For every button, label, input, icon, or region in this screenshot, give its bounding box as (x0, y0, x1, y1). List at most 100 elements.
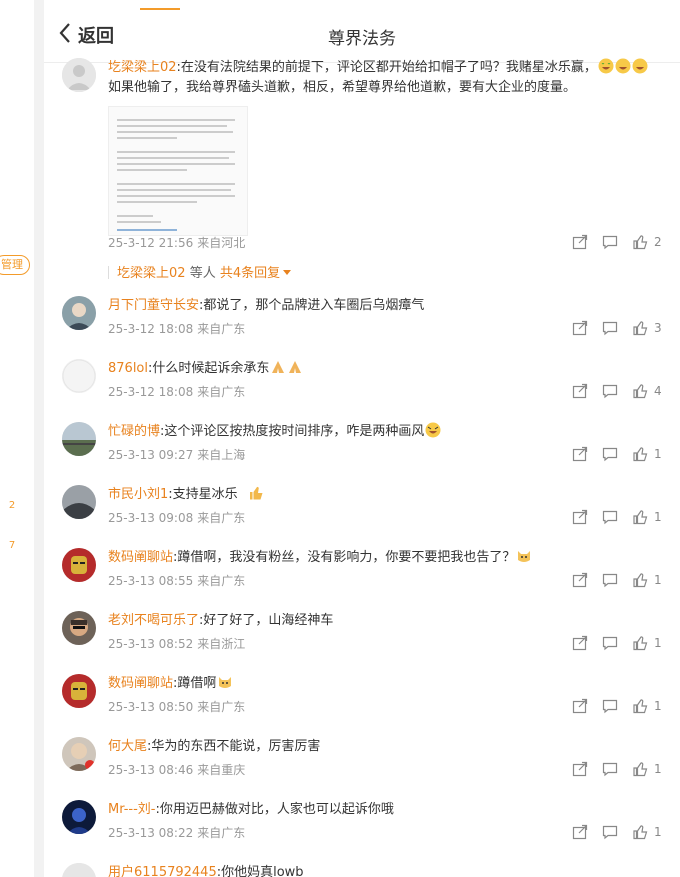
page-header: 返回 尊界法务 (44, 0, 680, 63)
comment-username[interactable]: 月下门童守长安 (108, 298, 199, 313)
share-icon[interactable] (572, 509, 588, 525)
comment-icon[interactable] (602, 572, 618, 588)
comment-item: 876lol:什么时候起诉余承东 25-3-12 18:08 来自广东 4 (62, 359, 674, 409)
share-icon[interactable] (572, 383, 588, 399)
thumbs-up-icon[interactable] (632, 698, 648, 714)
like-count: 1 (654, 510, 662, 524)
laugh-emoji-icon (632, 58, 648, 74)
thumbs-up-icon[interactable] (632, 824, 648, 840)
comment-meta: 25-3-13 09:27 来自上海 (108, 446, 245, 463)
comment-time: 25-3-13 09:27 (108, 448, 194, 462)
avatar[interactable] (62, 359, 96, 393)
share-icon[interactable] (572, 761, 588, 777)
comment-icon[interactable] (602, 761, 618, 777)
like-count: 3 (654, 321, 662, 335)
comment-meta: 25-3-13 09:08 来自广东 (108, 509, 245, 526)
share-icon[interactable] (572, 446, 588, 462)
comment-panel: 返回 尊界法务 圪梁梁上02:在没有法院结果的前提下，评论区都开始给扣帽子了吗？… (44, 0, 680, 877)
comment-actions: 1 (572, 761, 672, 777)
comment-body: :这个评论区按热度按时间排序，咋是两种画风 (160, 424, 425, 439)
comment-location: 来自广东 (197, 322, 246, 336)
comment-icon[interactable] (602, 509, 618, 525)
share-icon[interactable] (572, 698, 588, 714)
comment-text: 何大尾:华为的东西不能说，厉害厉害 (108, 737, 668, 757)
comment-location: 来自浙江 (197, 637, 246, 651)
share-icon[interactable] (572, 824, 588, 840)
comment-body: :在没有法院结果的前提下，评论区都开始给扣帽子了吗？我赌星冰乐赢， (176, 60, 597, 75)
comment-text: 老刘不喝可乐了:好了好了，山海经神车 (108, 611, 668, 631)
avatar[interactable] (62, 863, 96, 877)
thumbs-up-icon[interactable] (632, 234, 648, 250)
comment-username[interactable]: Mr---刘- (108, 802, 156, 817)
comment-location: 来自重庆 (197, 763, 246, 777)
comment-username[interactable]: 数码阐聊站 (108, 550, 173, 565)
share-icon[interactable] (572, 572, 588, 588)
share-icon[interactable] (572, 635, 588, 651)
avatar[interactable] (62, 485, 96, 519)
comment-time: 25-3-12 18:08 (108, 385, 194, 399)
comment-username[interactable]: 忙碌的博 (108, 424, 160, 439)
unread-count-badge: 2 (8, 500, 16, 511)
thumbs-up-icon[interactable] (632, 446, 648, 462)
comment-location: 来自河北 (197, 236, 246, 250)
thumbs-up-icon[interactable] (632, 509, 648, 525)
share-icon[interactable] (572, 320, 588, 336)
thumbs-up-icon[interactable] (632, 761, 648, 777)
comment-username[interactable]: 圪梁梁上02 (108, 60, 177, 75)
comment-icon[interactable] (602, 320, 618, 336)
comment-body: :好了好了，山海经神车 (199, 613, 334, 628)
avatar[interactable] (62, 737, 96, 771)
manage-button[interactable]: 管理 (0, 255, 30, 275)
comment-time: 25-3-13 08:46 (108, 763, 194, 777)
avatar[interactable] (62, 800, 96, 834)
comment-time: 25-3-12 21:56 (108, 236, 194, 250)
comment-username[interactable]: 数码阐聊站 (108, 676, 173, 691)
comment-body: :都说了，那个品牌进入车圈后乌烟瘴气 (199, 298, 425, 313)
comment-location: 来自广东 (197, 385, 246, 399)
cat-emoji-icon (217, 674, 233, 690)
share-icon[interactable] (572, 234, 588, 250)
laugh-emoji-icon (425, 422, 441, 438)
thumbs-up-icon[interactable] (632, 572, 648, 588)
comment-text: 876lol:什么时候起诉余承东 (108, 359, 668, 379)
comment-icon[interactable] (602, 635, 618, 651)
comment-icon[interactable] (602, 698, 618, 714)
avatar[interactable] (62, 674, 96, 708)
comment-username[interactable]: 市民小刘1 (108, 487, 168, 502)
avatar[interactable] (62, 296, 96, 330)
like-count: 1 (654, 825, 662, 839)
comment-icon[interactable] (602, 383, 618, 399)
avatar[interactable] (62, 548, 96, 582)
avatar[interactable] (62, 422, 96, 456)
avatar[interactable] (62, 58, 96, 92)
comment-icon[interactable] (602, 234, 618, 250)
comment-icon[interactable] (602, 446, 618, 462)
tab-indicator (140, 8, 180, 10)
like-count: 2 (654, 235, 662, 249)
comment-icon[interactable] (602, 824, 618, 840)
comment-text: Mr---刘-:你用迈巴赫做对比，人家也可以起诉你哦 (108, 800, 668, 820)
comment-body: :蹲借啊 (173, 676, 217, 691)
reply-username[interactable]: 圪梁梁上02 (117, 266, 186, 281)
comment-actions: 3 (572, 320, 672, 336)
comment-text: 数码阐聊站:蹲借啊，我没有粉丝，没有影响力，你要不要把我也告了？ (108, 548, 668, 568)
comment-item: 圪梁梁上02:在没有法院结果的前提下，评论区都开始给扣帽子了吗？我赌星冰乐赢， … (62, 58, 674, 288)
comment-text: 月下门童守长安:都说了，那个品牌进入车圈后乌烟瘴气 (108, 296, 668, 316)
comment-username[interactable]: 何大尾 (108, 739, 147, 754)
comment-time: 25-3-13 08:50 (108, 700, 194, 714)
thumbs-up-icon[interactable] (632, 320, 648, 336)
comment-username[interactable]: 老刘不喝可乐了 (108, 613, 199, 628)
show-replies-link[interactable]: 共4条回复 (220, 266, 292, 281)
comment-username[interactable]: 876lol (108, 361, 148, 376)
comment-time: 25-3-13 09:08 (108, 511, 194, 525)
avatar[interactable] (62, 611, 96, 645)
attached-image[interactable] (108, 106, 248, 236)
thumbs-up-icon[interactable] (632, 383, 648, 399)
comment-time: 25-3-13 08:22 (108, 826, 194, 840)
comment-meta: 25-3-12 18:08 来自广东 (108, 320, 245, 337)
comment-username[interactable]: 用户6115792445 (108, 865, 217, 877)
like-count: 4 (654, 384, 662, 398)
comment-time: 25-3-13 08:55 (108, 574, 194, 588)
divider (34, 0, 44, 877)
thumbs-up-icon[interactable] (632, 635, 648, 651)
